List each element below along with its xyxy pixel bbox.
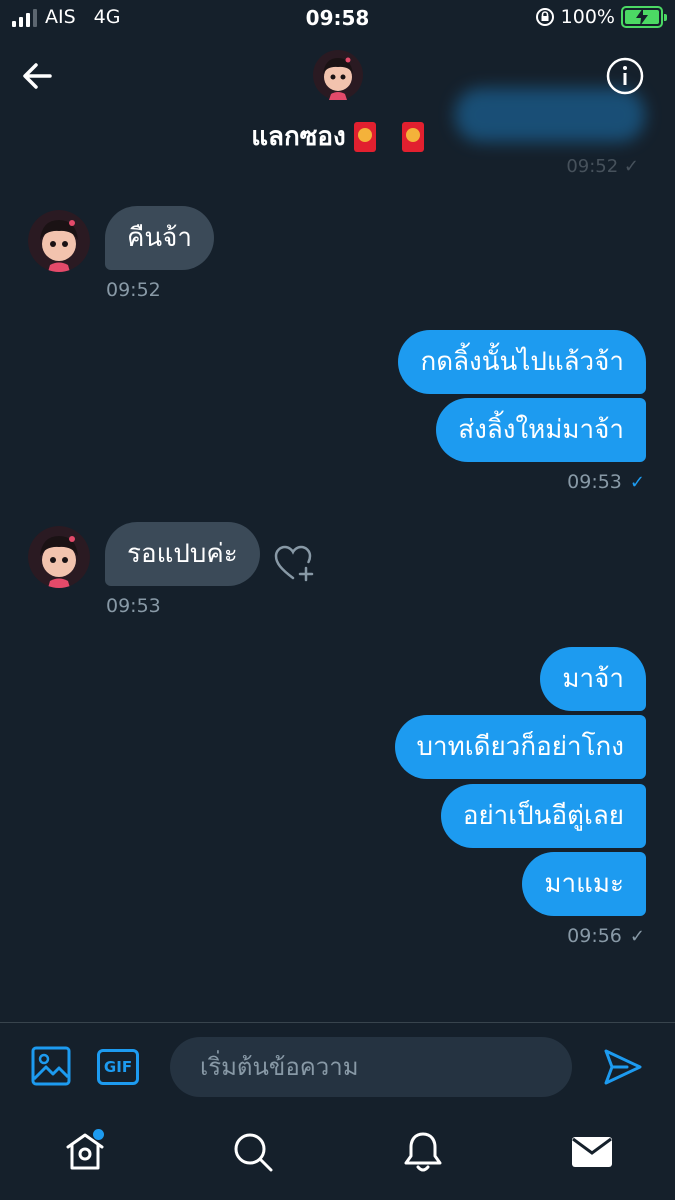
message-bubble-outgoing[interactable]: กดลิ้งนั้นไปแล้วจ้า xyxy=(398,330,646,394)
home-notification-dot xyxy=(93,1129,104,1140)
conversation-header: 09:52 ✓ แลกซอง xyxy=(0,40,675,177)
title-text: แลกซอง xyxy=(251,122,346,152)
conversation-title[interactable]: แลกซอง xyxy=(0,116,675,157)
sender-avatar[interactable] xyxy=(28,526,90,588)
composer-divider xyxy=(0,1022,675,1023)
message-bubble-outgoing[interactable]: อย่าเป็นอีตู่เลย xyxy=(440,784,646,848)
charging-bolt-icon xyxy=(636,8,648,26)
arrow-left-icon[interactable] xyxy=(18,58,58,94)
info-icon[interactable] xyxy=(605,56,645,96)
status-right: 100% xyxy=(535,6,667,28)
message-timestamp: 09:53 ✓ xyxy=(567,471,645,493)
message-input[interactable] xyxy=(170,1037,572,1097)
message-bubble-incoming[interactable]: คืนจ้า xyxy=(105,206,214,270)
status-bar: AIS 4G 09:58 100% xyxy=(0,0,675,40)
image-icon[interactable] xyxy=(31,1046,71,1086)
message-timestamp: 09:53 xyxy=(106,595,161,617)
red-envelope-icon xyxy=(353,121,376,152)
rotation-lock-icon xyxy=(535,8,554,26)
search-icon[interactable] xyxy=(231,1130,275,1174)
sender-avatar[interactable] xyxy=(28,210,90,272)
red-envelope-icon xyxy=(401,121,424,152)
battery-icon xyxy=(621,6,667,28)
battery-percent: 100% xyxy=(560,6,615,28)
bell-icon[interactable] xyxy=(401,1130,445,1174)
message-timestamp: 09:56 ✓ xyxy=(567,925,645,947)
message-bubble-outgoing[interactable]: ส่งลิ้งใหม่มาจ้า xyxy=(436,398,646,462)
heart-add-icon[interactable] xyxy=(273,544,317,584)
message-bubble-outgoing[interactable]: บาทเดียวก็อย่าโกง xyxy=(394,715,646,779)
header-avatar[interactable] xyxy=(313,50,363,100)
message-bubble-incoming[interactable]: รอแปบค่ะ xyxy=(105,522,260,586)
blurred-timestamp: 09:52 ✓ xyxy=(566,156,639,177)
gif-button[interactable]: GIF xyxy=(97,1049,139,1085)
read-check-icon: ✓ xyxy=(629,471,645,493)
message-bubble-outgoing[interactable]: มาแมะ xyxy=(522,852,646,916)
send-icon[interactable] xyxy=(603,1047,643,1087)
message-bubble-outgoing[interactable]: มาจ้า xyxy=(540,647,646,711)
message-timestamp: 09:52 xyxy=(106,279,161,301)
sent-check-icon: ✓ xyxy=(629,925,645,947)
mail-icon[interactable] xyxy=(570,1130,614,1174)
